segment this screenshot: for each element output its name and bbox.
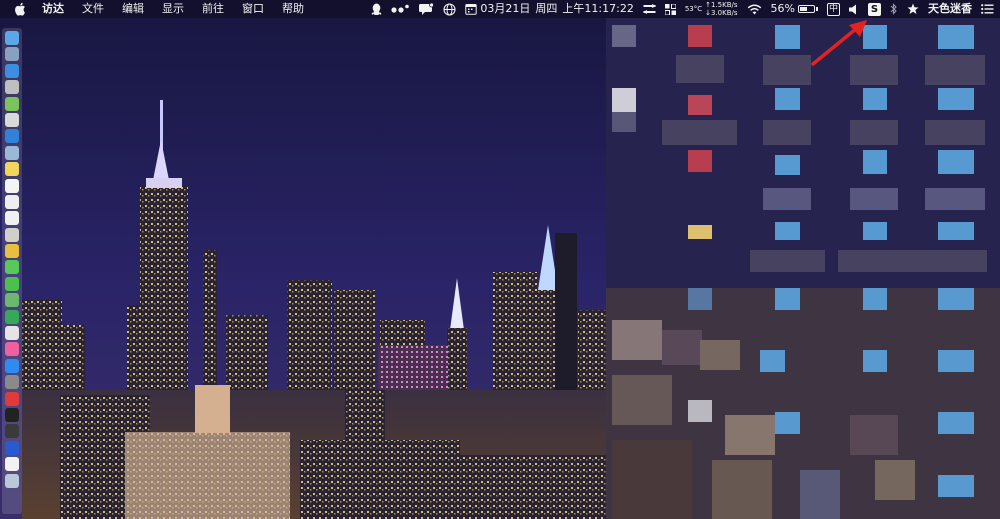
dock-item-reminders-icon[interactable] [5,211,19,226]
menu-help[interactable]: 帮助 [282,0,304,18]
dock-item-system-prefs-icon[interactable] [5,375,19,390]
net-up-text: ↑1.5KB/s [705,1,738,9]
dock-item-wechat-icon[interactable] [5,276,19,291]
desktop-wallpaper [0,0,1000,519]
dock-item-app-store-icon[interactable] [5,358,19,373]
grid-icon[interactable] [664,0,676,18]
dock-item-calendar-icon[interactable] [5,178,19,193]
time-text: 上午11:17:22 [562,2,634,15]
dock-item-launchpad-icon[interactable] [5,47,19,62]
dock-item-notes-icon[interactable] [5,162,19,177]
dock-item-maps-icon[interactable] [5,293,19,308]
dock-item-messages-icon[interactable] [5,260,19,275]
dock-item-vpn-plus-icon[interactable] [5,440,19,455]
menu-file[interactable]: 文件 [82,0,104,18]
dock-item-photos-tool-icon[interactable] [5,227,19,242]
menu-edit[interactable]: 编辑 [122,0,144,18]
dock-item-activity-icon[interactable] [5,424,19,439]
dock-item-itunes-icon[interactable] [5,326,19,341]
battery-fill [799,7,808,11]
dock-item-yandex-icon[interactable] [5,457,19,472]
menu-app-name[interactable]: 访达 [42,0,64,18]
menu-view[interactable]: 显示 [162,0,184,18]
menu-window[interactable]: 窗口 [242,0,264,18]
dock-item-disk-utility-icon[interactable] [5,112,19,127]
star-icon[interactable] [907,0,919,18]
menu-go[interactable]: 前往 [202,0,224,18]
qq-icon[interactable] [371,0,382,18]
weekday-text: 周四 [535,2,558,15]
dots-icon[interactable] [391,0,410,18]
dock-item-textedit-icon[interactable] [5,194,19,209]
network-monitor[interactable]: 53°C ↑1.5KB/s ↓3.0KB/s [685,0,738,18]
dock-item-trash-icon[interactable] [5,473,19,488]
dock-item-finder-icon[interactable] [5,31,19,45]
dock-item-android-tool-icon[interactable] [5,96,19,111]
dock-item-preview-icon[interactable] [5,145,19,160]
dock-item-app-store-blue-icon[interactable] [5,129,19,144]
net-down-text: ↓3.0KB/s [705,9,738,17]
globe-icon[interactable] [443,0,456,18]
dock [2,28,22,514]
annotation-arrow-icon [811,20,867,66]
battery-tip [815,7,818,11]
message-icon[interactable] [418,0,435,18]
dock-item-numbers-icon[interactable] [5,309,19,324]
date-text: 03月21日 [480,2,531,15]
calendar-datetime[interactable]: 03月21日 周四 上午11:17:22 [465,0,634,18]
pixelated-region [606,18,1000,519]
dock-item-safari-icon[interactable] [5,63,19,78]
dock-item-music-icon[interactable] [5,342,19,357]
wifi-icon[interactable] [747,0,762,18]
dock-item-rocket-icon[interactable] [5,80,19,95]
apple-icon[interactable] [14,0,28,18]
dock-item-terminal-icon[interactable] [5,407,19,422]
calendar-icon [465,4,478,15]
temperature-text: 53°C [684,5,703,13]
battery-percent-text: 56% [770,2,795,15]
list-icon[interactable] [981,0,994,18]
dock-item-vpn-icon[interactable] [5,391,19,406]
dock-item-chrome-icon[interactable] [5,244,19,259]
username-text[interactable]: 天色迷香 [928,0,972,18]
bluetooth-icon[interactable] [890,0,898,18]
sync-icon[interactable] [642,0,656,18]
